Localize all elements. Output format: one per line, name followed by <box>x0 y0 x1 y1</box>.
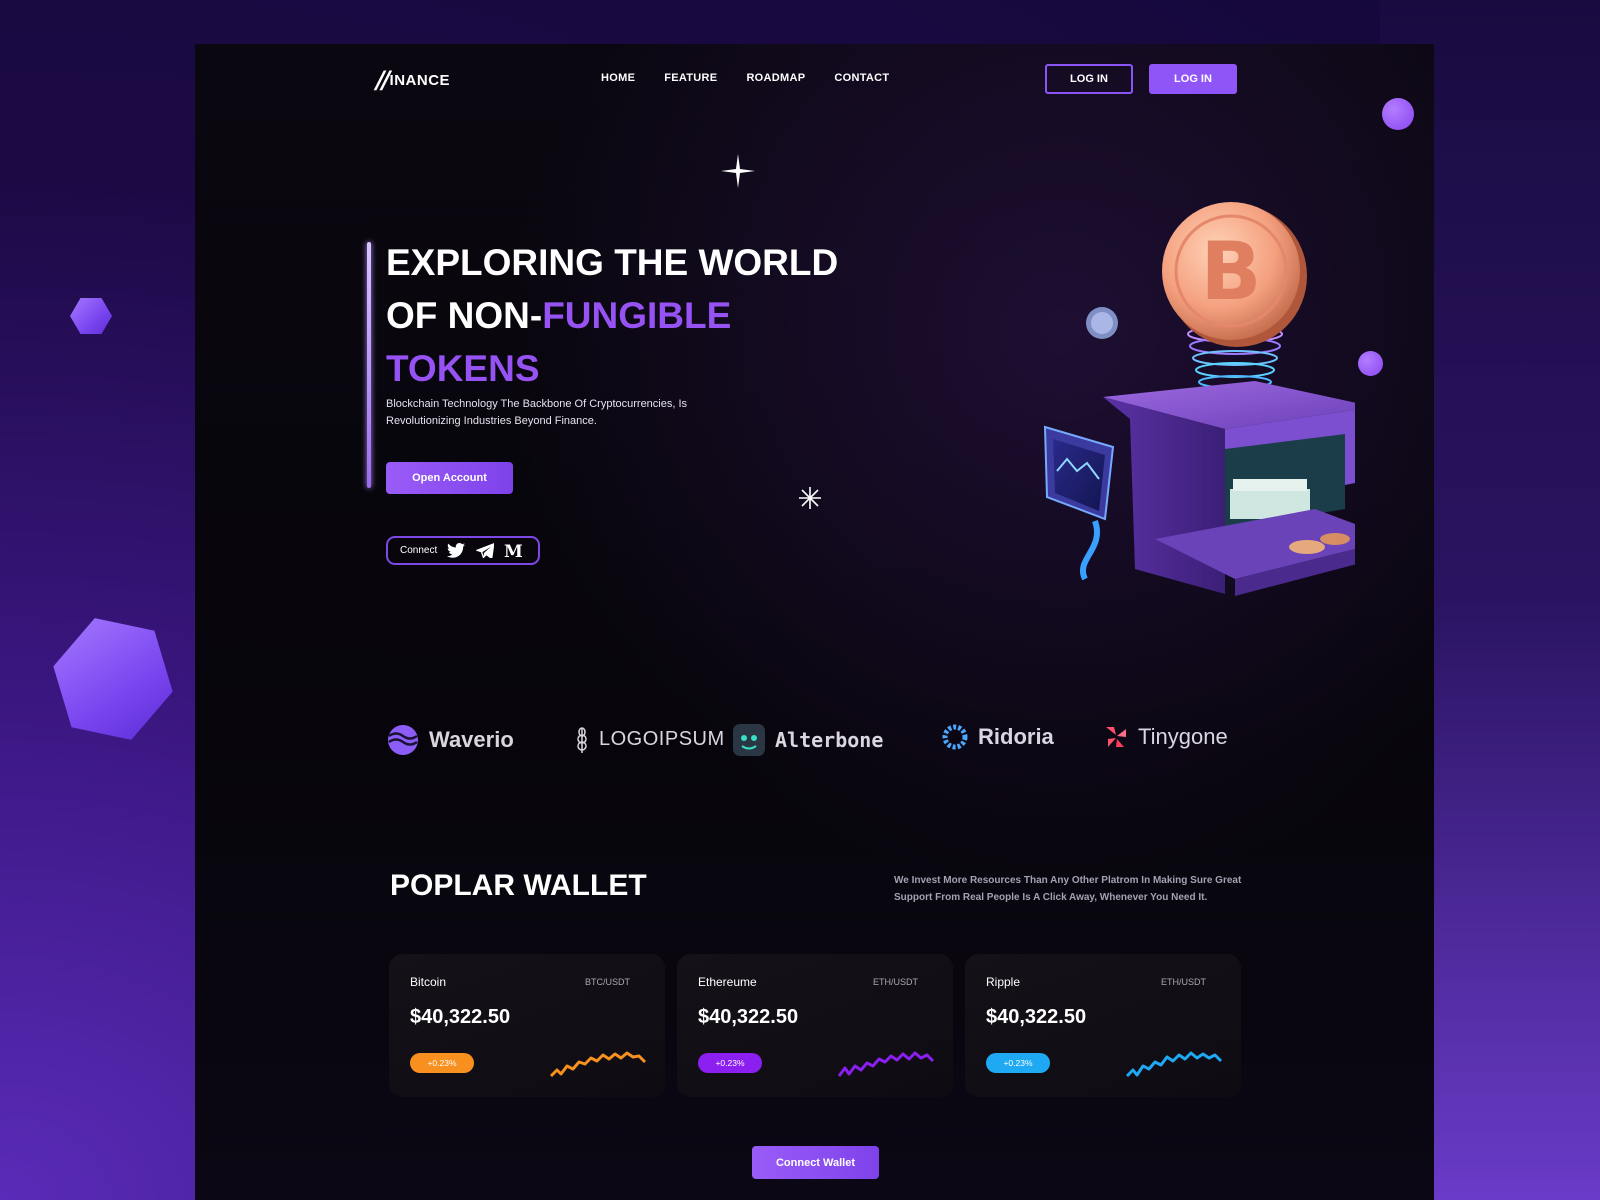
partner-name: Tinygone <box>1138 724 1228 749</box>
login-outline-button[interactable]: LOG IN <box>1045 64 1133 94</box>
landing-page: // INANCE HOME FEATURE ROADMAP CONTACT L… <box>195 44 1434 1200</box>
partner-name: LOGOIPSUM <box>599 727 725 750</box>
partner-logo-waverio: Waverio <box>387 724 514 756</box>
nav-item-feature[interactable]: FEATURE <box>664 72 717 84</box>
hero-subtitle: Blockchain Technology The Backbone Of Cr… <box>386 398 688 427</box>
main-nav: HOME FEATURE ROADMAP CONTACT <box>601 72 889 84</box>
wallet-card-ripple[interactable]: Ripple ETH/USDT $40,322.50 +0.23% <box>965 954 1241 1097</box>
hero-title-line1: EXPLORING THE WORLD <box>386 242 839 283</box>
wheat-logo-icon <box>577 727 587 753</box>
twitter-icon[interactable] <box>446 542 466 560</box>
crypto-machine-illustration: B ⚡ B <box>1043 202 1355 596</box>
sparkline-chart <box>549 1051 647 1078</box>
sparkle-icon-small <box>799 487 821 509</box>
hero-accent-bar <box>367 242 371 488</box>
wave-logo-icon <box>388 725 418 755</box>
partner-logo-tinygone: Tinygone <box>1104 724 1228 750</box>
svg-text:M: M <box>504 543 523 559</box>
partner-name: Waverio <box>429 727 514 752</box>
telegram-icon[interactable] <box>475 542 495 560</box>
coin-name: Ethereume <box>698 975 757 989</box>
partner-logo-ridoria: Ridoria <box>942 724 1054 750</box>
nav-item-roadmap[interactable]: ROADMAP <box>746 72 805 84</box>
brand-logo[interactable]: // INANCE <box>376 66 450 94</box>
nav-item-contact[interactable]: CONTACT <box>834 72 889 84</box>
petal-logo-icon <box>1106 727 1126 747</box>
partner-logo-alterbone: Alterbone <box>733 724 883 756</box>
coin-name: Ripple <box>986 975 1021 989</box>
decorative-orb-mid <box>1358 351 1383 376</box>
wallet-section-description: We Invest More Resources Than Any Other … <box>894 875 1242 903</box>
coin-pair: ETH/USDT <box>1161 977 1206 987</box>
connect-label: Connect <box>400 545 438 556</box>
sparkline-chart <box>837 1051 935 1077</box>
hero-title-line2: OF NON- <box>386 295 543 336</box>
connect-wallet-button[interactable]: Connect Wallet <box>752 1146 879 1179</box>
medium-icon[interactable]: M <box>504 542 524 560</box>
open-account-button[interactable]: Open Account <box>386 462 513 494</box>
sparkline-chart <box>1125 1051 1223 1078</box>
ring-logo-icon <box>942 724 968 750</box>
hero-title-accent-tokens: TOKENS <box>386 348 540 389</box>
decorative-hexagon-small <box>70 298 112 334</box>
coin-price: $40,322.50 <box>410 1006 511 1028</box>
partner-name: Ridoria <box>978 724 1054 749</box>
logo-text: INANCE <box>389 71 451 89</box>
wallet-section-title: POPLAR WALLET <box>390 869 647 902</box>
logo-mark: // <box>376 66 390 94</box>
wallet-card-bitcoin[interactable]: Bitcoin BTC/USDT $40,322.50 +0.23% <box>389 954 665 1097</box>
coin-name: Bitcoin <box>410 975 447 989</box>
sparkle-icon-large <box>721 154 755 188</box>
nav-item-home[interactable]: HOME <box>601 72 635 84</box>
change-badge: +0.23% <box>410 1053 474 1073</box>
partner-logo-logoipsum: LOGOIPSUM <box>575 724 725 754</box>
svg-text:B: B <box>1201 225 1262 318</box>
decorative-orb-top <box>1382 98 1414 130</box>
coin-price: $40,322.50 <box>986 1006 1087 1028</box>
coin-price: $40,322.50 <box>698 1006 799 1028</box>
coin-pair: ETH/USDT <box>873 977 918 987</box>
login-solid-button[interactable]: LOG IN <box>1149 64 1237 94</box>
change-badge: +0.23% <box>986 1053 1050 1073</box>
partner-name: Alterbone <box>775 728 884 752</box>
face-logo-icon <box>733 724 765 756</box>
social-connect-bar: Connect M <box>386 536 540 565</box>
change-badge: +0.23% <box>698 1053 762 1073</box>
coin-pair: BTC/USDT <box>585 977 630 987</box>
decorative-hexagon-large <box>40 606 185 753</box>
wallet-card-ethereum[interactable]: Ethereume ETH/USDT $40,322.50 +0.23% <box>677 954 953 1097</box>
hero-title: EXPLORING THE WORLD OF NON-FUNGIBLE TOKE… <box>386 236 906 395</box>
hero-title-accent-fungible: FUNGIBLE <box>542 295 732 336</box>
